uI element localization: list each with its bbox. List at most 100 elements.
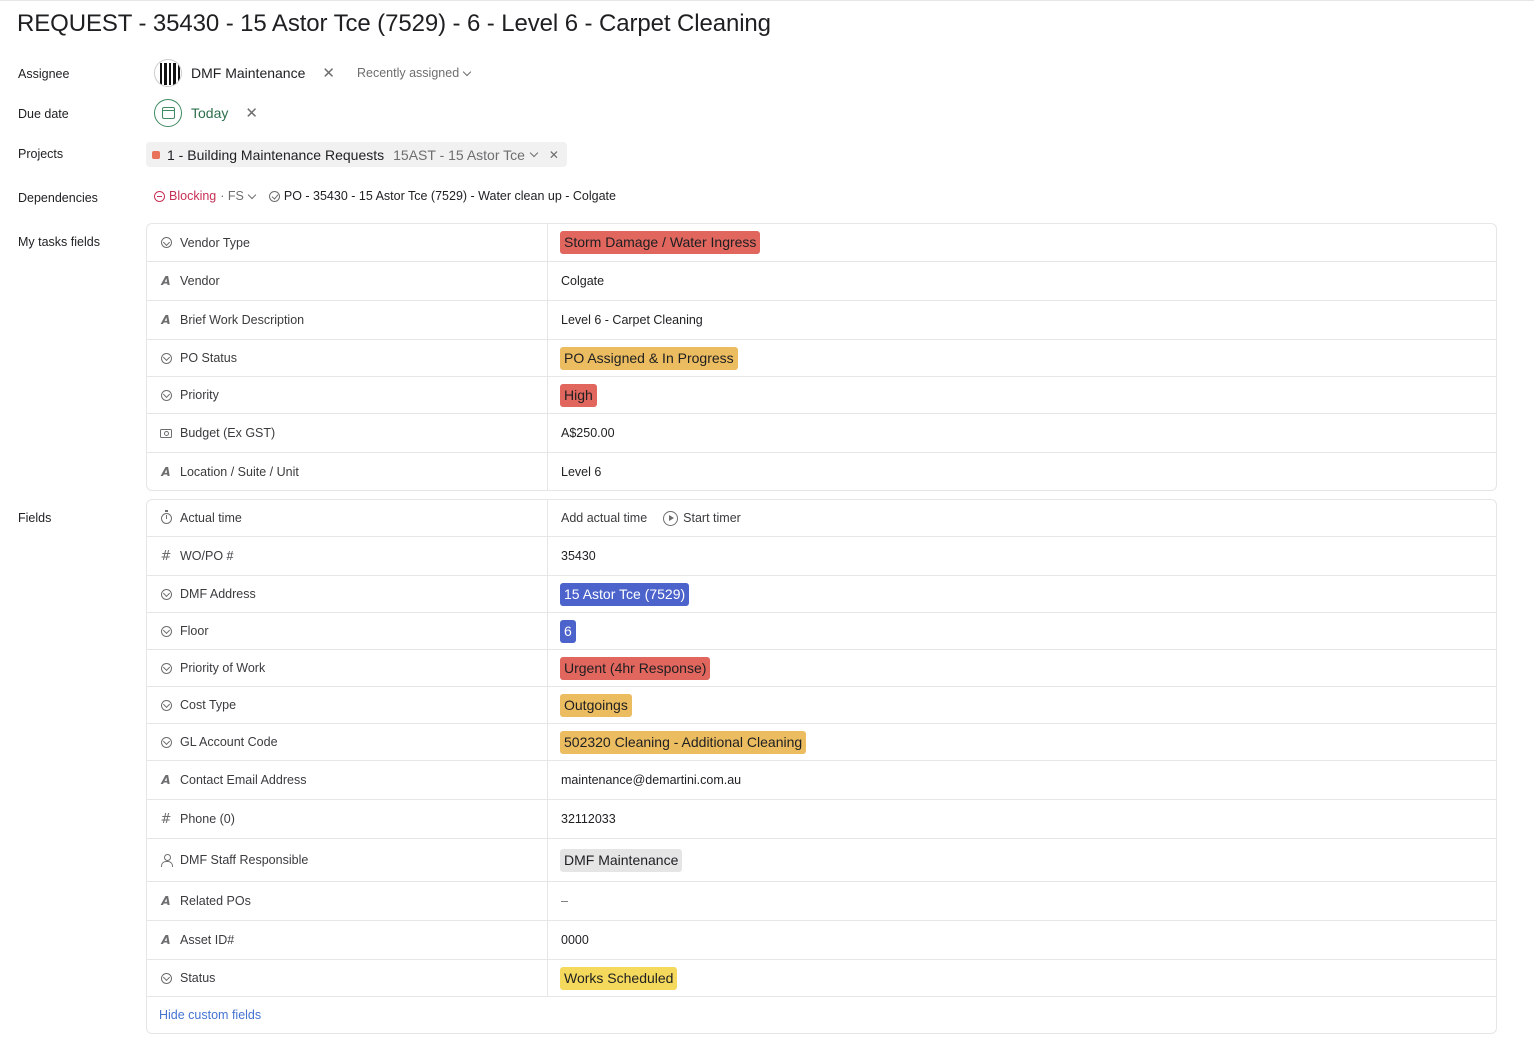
stopwatch-icon — [160, 510, 172, 524]
dropdown-icon — [160, 237, 172, 248]
priority-of-work-pill[interactable]: Urgent (4hr Response) — [560, 656, 711, 680]
project-section-label: 15AST - 15 Astor Tce — [393, 146, 525, 163]
text-icon: A — [161, 313, 171, 327]
text-icon: A — [161, 274, 171, 288]
field-value-cell[interactable]: 15 Astor Tce (7529) — [548, 576, 1496, 612]
staff-responsible-pill[interactable]: DMF Maintenance — [560, 848, 683, 872]
dropdown-icon — [160, 736, 172, 748]
due-date-label: Due date — [18, 107, 69, 121]
add-actual-time-button[interactable]: Add actual time — [561, 511, 647, 525]
dropdown-icon — [160, 352, 172, 364]
dropdown-icon — [160, 625, 172, 637]
wo-po-value[interactable]: 35430 — [561, 549, 596, 563]
field-value-cell[interactable]: 502320 Cleaning - Additional Cleaning — [548, 724, 1496, 760]
field-value-cell[interactable]: maintenance@demartini.com.au — [548, 761, 1496, 799]
project-tag[interactable]: 1 - Building Maintenance Requests 15AST … — [146, 142, 567, 167]
text-icon: A — [161, 894, 171, 908]
location-value[interactable]: Level 6 — [561, 465, 601, 479]
field-value-cell[interactable]: Outgoings — [548, 687, 1496, 723]
field-name: Actual time — [180, 511, 242, 525]
floor-pill[interactable]: 6 — [560, 619, 576, 643]
field-row-brief-description: A Brief Work Description Level 6 - Carpet… — [147, 301, 1496, 340]
field-value-cell[interactable]: A$250.00 — [548, 414, 1496, 452]
field-value-cell: Add actual time Start timer — [548, 500, 1496, 536]
field-name: Vendor Type — [180, 235, 250, 250]
priority-pill[interactable]: High — [560, 383, 597, 407]
cost-type-pill[interactable]: Outgoings — [560, 693, 632, 717]
field-value-cell[interactable]: PO Assigned & In Progress — [548, 340, 1496, 376]
field-value-cell[interactable]: 35430 — [548, 537, 1496, 575]
blocking-dependency[interactable]: Blocking — [154, 189, 216, 203]
field-row-po-status: PO Status PO Assigned & In Progress — [147, 340, 1496, 377]
po-status-pill[interactable]: PO Assigned & In Progress — [560, 346, 738, 370]
clear-due-date-close-icon[interactable]: ✕ — [245, 106, 258, 121]
description-value[interactable]: Level 6 - Carpet Cleaning — [561, 313, 703, 327]
assignee-field[interactable]: DMF Maintenance ✕ — [154, 59, 335, 87]
field-value-cell[interactable]: Colgate — [548, 262, 1496, 300]
chevron-down-icon — [462, 67, 472, 76]
task-title[interactable]: REQUEST - 35430 - 15 Astor Tce (7529) - … — [17, 10, 771, 38]
field-value-cell[interactable]: Works Scheduled — [548, 960, 1496, 996]
status-pill[interactable]: Works Scheduled — [560, 966, 678, 990]
phone-value[interactable]: 32112033 — [561, 812, 616, 826]
field-name: DMF Address — [180, 587, 256, 601]
field-name: Priority — [180, 388, 219, 402]
dependency-type-dropdown[interactable]: · FS — [220, 189, 257, 203]
recently-assigned-dropdown[interactable]: Recently assigned — [357, 66, 472, 80]
due-date-value[interactable]: Today — [191, 105, 228, 121]
field-row-vendor: A Vendor Colgate — [147, 262, 1496, 301]
project-section-dropdown[interactable]: 15AST - 15 Astor Tce — [393, 146, 539, 163]
field-name: Contact Email Address — [180, 773, 307, 787]
vendor-type-pill[interactable]: Storm Damage / Water Ingress — [560, 231, 761, 254]
field-row-budget: Budget (Ex GST) A$250.00 — [147, 414, 1496, 453]
chevron-down-icon — [247, 190, 257, 199]
field-name: Location / Suite / Unit — [180, 464, 299, 479]
field-row-staff-responsible: DMF Staff Responsible DMF Maintenance — [147, 839, 1496, 882]
dmf-address-pill[interactable]: 15 Astor Tce (7529) — [560, 582, 690, 606]
field-value-cell[interactable]: Level 6 — [548, 453, 1496, 490]
dropdown-icon — [160, 588, 172, 600]
check-circle-icon — [268, 190, 280, 202]
top-divider — [0, 0, 1534, 1]
fields-table: Actual time Add actual time Start timer … — [146, 499, 1497, 1034]
field-value-cell[interactable]: 6 — [548, 613, 1496, 649]
assignee-name[interactable]: DMF Maintenance — [191, 65, 305, 81]
my-tasks-fields-label: My tasks fields — [18, 235, 100, 249]
field-value-cell[interactable]: – — [548, 882, 1496, 920]
hide-custom-fields-link[interactable]: Hide custom fields — [159, 1008, 261, 1022]
project-name[interactable]: 1 - Building Maintenance Requests — [167, 147, 384, 163]
contact-email-value[interactable]: maintenance@demartini.com.au — [561, 773, 741, 787]
field-value-cell[interactable]: 0000 — [548, 921, 1496, 959]
field-name: WO/PO # — [180, 549, 234, 563]
field-row-cost-type: Cost Type Outgoings — [147, 687, 1496, 724]
text-icon: A — [161, 464, 171, 479]
dependency-task-link[interactable]: PO - 35430 - 15 Astor Tce (7529) - Water… — [268, 189, 616, 203]
field-row-priority: Priority High — [147, 377, 1496, 414]
remove-assignee-close-icon[interactable]: ✕ — [322, 66, 335, 81]
due-date-field[interactable]: Today ✕ — [154, 99, 258, 127]
remove-project-close-icon[interactable]: ✕ — [549, 148, 559, 162]
field-name: Vendor — [180, 274, 220, 288]
dependency-type-label: · FS — [220, 189, 244, 203]
dropdown-icon — [160, 972, 172, 984]
budget-value[interactable]: A$250.00 — [561, 426, 615, 440]
vendor-value[interactable]: Colgate — [561, 274, 604, 288]
field-row-dmf-address: DMF Address 15 Astor Tce (7529) — [147, 576, 1496, 613]
dependency-task-name: PO - 35430 - 15 Astor Tce (7529) - Water… — [283, 189, 616, 203]
field-value-cell[interactable]: Urgent (4hr Response) — [548, 650, 1496, 686]
currency-icon — [160, 428, 172, 438]
field-name: Brief Work Description — [180, 313, 305, 327]
field-value-cell[interactable]: Storm Damage / Water Ingress — [548, 224, 1496, 261]
field-name: Budget (Ex GST) — [180, 426, 276, 440]
field-value-cell[interactable]: High — [548, 377, 1496, 413]
blocking-label: Blocking — [169, 189, 217, 203]
fields-label: Fields — [18, 511, 52, 525]
my-tasks-fields-table: Vendor Type Storm Damage / Water Ingress… — [146, 223, 1497, 491]
field-value-cell[interactable]: DMF Maintenance — [548, 839, 1496, 881]
asset-id-value[interactable]: 0000 — [561, 933, 589, 947]
field-value-cell[interactable]: Level 6 - Carpet Cleaning — [548, 301, 1496, 339]
start-timer-button[interactable]: Start timer — [663, 510, 741, 526]
gl-account-pill[interactable]: 502320 Cleaning - Additional Cleaning — [560, 730, 807, 754]
field-value-cell[interactable]: 32112033 — [548, 800, 1496, 838]
related-pos-value[interactable]: – — [561, 894, 568, 908]
